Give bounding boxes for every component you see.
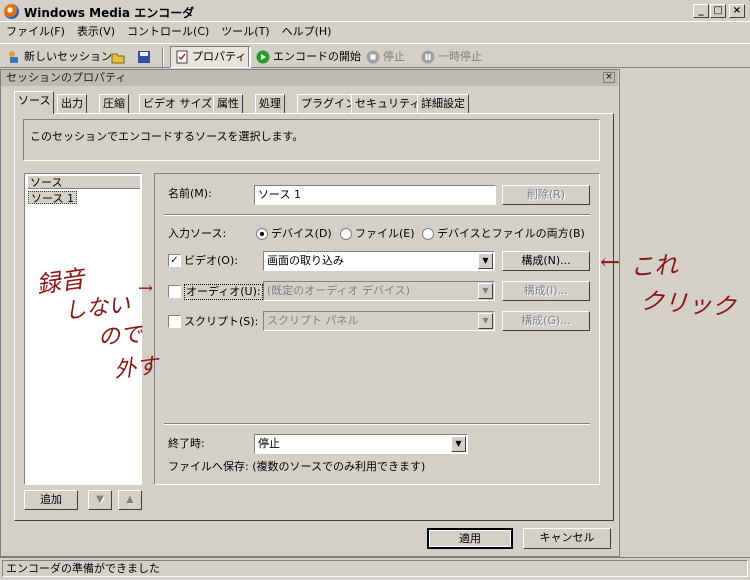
source-list-header: ソース bbox=[28, 176, 140, 189]
status-text: エンコーダの準備ができました bbox=[2, 560, 748, 577]
video-label: ビデオ(O): bbox=[184, 254, 238, 267]
toolbar-separator bbox=[162, 47, 164, 67]
save-icon bbox=[138, 51, 150, 63]
window-title: Windows Media エンコーダ bbox=[24, 6, 195, 20]
save-to-file-note: ファイルへ保存: (複数のソースでのみ利用できます) bbox=[168, 460, 426, 473]
properties-icon bbox=[176, 50, 188, 64]
menu-bar: ファイル(F) 表示(V) コントロール(C) ツール(T) ヘルプ(H) bbox=[0, 22, 750, 42]
divider bbox=[164, 423, 590, 425]
panel-title: セッションのプロパティ bbox=[1, 70, 618, 86]
add-button[interactable]: 追加 bbox=[24, 490, 78, 510]
cancel-button[interactable]: キャンセル bbox=[523, 528, 611, 549]
new-session-icon bbox=[9, 51, 18, 63]
radio-device-label: デバイス(D) bbox=[271, 227, 332, 240]
stop-button[interactable]: 停止 bbox=[366, 48, 405, 66]
annotation-text: 外す bbox=[113, 353, 160, 384]
chevron-down-icon[interactable]: ▼ bbox=[451, 436, 466, 452]
annotation-text: これ bbox=[629, 250, 679, 282]
annotation-arrow: → bbox=[138, 278, 154, 299]
annotation-text: クリック bbox=[638, 286, 737, 322]
tab-advanced[interactable]: 詳細設定 bbox=[417, 94, 469, 113]
tab-video-size[interactable]: ビデオ サイズ bbox=[139, 94, 217, 113]
audio-configure-button[interactable]: 構成(I)... bbox=[502, 281, 590, 301]
script-checkbox[interactable] bbox=[168, 315, 181, 328]
pause-icon bbox=[421, 50, 435, 64]
toolbar: 新しいセッション プロパティ エンコードの開始 停止 一時停止 bbox=[0, 43, 750, 68]
open-folder-icon bbox=[111, 53, 125, 64]
menu-control[interactable]: コントロール(C) bbox=[121, 22, 215, 42]
properties-label: プロパティ bbox=[192, 50, 247, 63]
new-session-label: 新しいセッション bbox=[24, 50, 112, 63]
audio-checkbox[interactable] bbox=[168, 285, 181, 298]
radio-both[interactable] bbox=[422, 228, 434, 240]
audio-source-select[interactable]: (既定のオーディオ デバイス) ▼ bbox=[263, 281, 495, 301]
menu-view[interactable]: 表示(V) bbox=[71, 22, 121, 42]
tab-processing[interactable]: 処理 bbox=[255, 94, 285, 113]
input-source-label: 入力ソース: bbox=[168, 227, 227, 240]
maximize-button[interactable]: □ bbox=[710, 4, 726, 18]
radio-device[interactable] bbox=[256, 228, 268, 240]
radio-file-label: ファイル(E) bbox=[355, 227, 415, 240]
script-source-value: スクリプト パネル bbox=[267, 314, 359, 327]
audio-source-value: (既定のオーディオ デバイス) bbox=[267, 284, 410, 297]
stop-label: 停止 bbox=[383, 50, 405, 63]
move-up-button[interactable]: ▲ bbox=[118, 490, 142, 510]
annotation-arrow: ← bbox=[600, 248, 621, 276]
menu-help[interactable]: ヘルプ(H) bbox=[276, 22, 338, 42]
minimize-button[interactable]: _ bbox=[693, 4, 709, 18]
video-checkbox[interactable]: ✓ bbox=[168, 254, 181, 267]
start-encoding-button[interactable]: エンコードの開始 bbox=[256, 48, 361, 66]
script-source-select[interactable]: スクリプト パネル ▼ bbox=[263, 311, 495, 331]
tab-output[interactable]: 出力 bbox=[57, 94, 87, 113]
apply-button[interactable]: 適用 bbox=[427, 528, 513, 549]
pause-label: 一時停止 bbox=[438, 50, 482, 63]
menu-file[interactable]: ファイル(F) bbox=[0, 22, 71, 42]
audio-label: オーディオ(U): bbox=[184, 284, 263, 300]
menu-tools[interactable]: ツール(T) bbox=[215, 22, 275, 42]
radio-file[interactable] bbox=[340, 228, 352, 240]
chevron-down-icon[interactable]: ▼ bbox=[478, 283, 493, 299]
delete-button[interactable]: 削除(R) bbox=[502, 185, 590, 205]
tab-compression[interactable]: 圧縮 bbox=[99, 94, 129, 113]
video-source-value: 画面の取り込み bbox=[267, 254, 344, 267]
play-icon bbox=[256, 50, 270, 64]
tab-security[interactable]: セキュリティ bbox=[351, 94, 425, 113]
app-icon bbox=[4, 4, 19, 19]
description-text: このセッションでエンコードするソースを選択します。 bbox=[30, 130, 304, 143]
properties-button[interactable]: プロパティ bbox=[170, 46, 252, 68]
name-input[interactable]: ソース 1 bbox=[254, 185, 496, 205]
save-button[interactable] bbox=[137, 48, 151, 66]
pause-button[interactable]: 一時停止 bbox=[421, 48, 482, 66]
end-action-label: 終了時: bbox=[168, 437, 205, 450]
end-action-value: 停止 bbox=[258, 437, 280, 450]
video-source-select[interactable]: 画面の取り込み ▼ bbox=[263, 251, 495, 271]
divider bbox=[164, 214, 590, 216]
tab-source[interactable]: ソース bbox=[14, 91, 55, 114]
video-configure-button[interactable]: 構成(N)... bbox=[502, 251, 590, 271]
start-encoding-label: エンコードの開始 bbox=[273, 50, 361, 63]
chevron-down-icon[interactable]: ▼ bbox=[478, 253, 493, 269]
description-box: このセッションでエンコードするソースを選択します。 bbox=[23, 119, 600, 161]
tab-attributes[interactable]: 属性 bbox=[213, 94, 243, 113]
panel-close-button[interactable]: × bbox=[603, 72, 615, 83]
open-button[interactable] bbox=[111, 48, 125, 66]
list-item[interactable]: ソース 1 bbox=[28, 191, 77, 205]
chevron-down-icon[interactable]: ▼ bbox=[478, 313, 493, 329]
end-action-select[interactable]: 停止 ▼ bbox=[254, 434, 468, 454]
script-label: スクリプト(S): bbox=[184, 315, 259, 328]
stop-icon bbox=[366, 50, 380, 64]
radio-both-label: デバイスとファイルの両方(B) bbox=[437, 227, 585, 240]
move-down-button[interactable]: ▼ bbox=[88, 490, 112, 510]
new-session-button[interactable]: 新しいセッション bbox=[7, 48, 112, 66]
toolbar-separator bbox=[248, 47, 250, 67]
name-label: 名前(M): bbox=[168, 187, 212, 200]
close-button[interactable]: × bbox=[729, 4, 745, 18]
annotation-text: ので bbox=[97, 322, 144, 351]
script-configure-button[interactable]: 構成(G)... bbox=[502, 311, 590, 331]
